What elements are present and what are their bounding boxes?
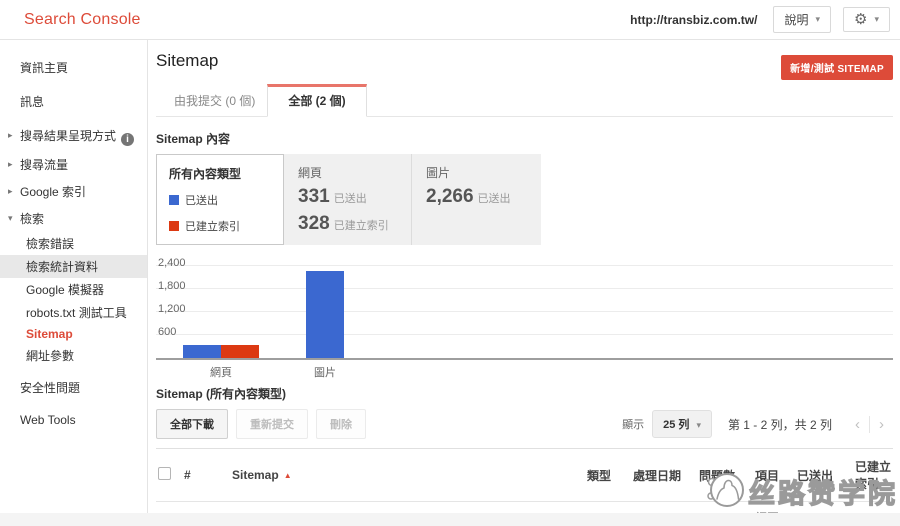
- y-tick-label: 1,800: [158, 280, 186, 292]
- tab-all[interactable]: 全部 (2 個): [267, 84, 366, 117]
- content-type-filter-box[interactable]: 所有內容類型 已送出 已建立索引: [156, 154, 284, 245]
- resubmit-button[interactable]: 重新提交: [236, 409, 308, 439]
- stat-pages-submitted: 331已送出: [298, 186, 411, 208]
- toolbar-right: 顯示 25 列 第 1 - 2 列，共 2 列 ‹ ›: [622, 410, 893, 438]
- gridline: [156, 265, 893, 266]
- sidebar-item-search-appearance[interactable]: 搜尋結果呈現方式: [0, 122, 147, 151]
- bar-已送出-圖片[interactable]: [306, 271, 344, 358]
- y-tick-label: 600: [158, 326, 176, 338]
- stat-col-pages[interactable]: 網頁 331已送出 328已建立索引: [284, 154, 411, 245]
- col-date: 處理日期: [631, 449, 697, 502]
- chevron-right-icon: [8, 127, 13, 141]
- chevron-right-icon: [8, 156, 13, 170]
- chevron-right-icon: [8, 183, 13, 197]
- sidebar-item-crawl-stats[interactable]: 檢索統計資料: [0, 255, 147, 278]
- gridline: [156, 288, 893, 289]
- sitemap-chart: 6001,2001,8002,400網頁圖片: [156, 254, 893, 372]
- sidebar-item-search-traffic[interactable]: 搜尋流量: [0, 151, 147, 178]
- sidebar-item-fetch-as-google[interactable]: Google 模擬器: [0, 278, 147, 301]
- pager: ‹ ›: [846, 416, 893, 433]
- gridline: [156, 311, 893, 312]
- sidebar-item-crawl[interactable]: 檢索: [0, 205, 147, 232]
- legend-item-submitted: 已送出: [169, 192, 283, 208]
- bottom-strip: [0, 513, 900, 526]
- page-size-dropdown[interactable]: 25 列: [652, 410, 712, 438]
- body-row: 資訊主頁 訊息 搜尋結果呈現方式 搜尋流量 Google 索引 檢索 檢索錯誤 …: [0, 40, 900, 526]
- chevron-down-icon: [8, 210, 13, 224]
- next-page-icon[interactable]: ›: [870, 416, 893, 433]
- pagination-range: 第 1 - 2 列，共 2 列: [728, 416, 832, 433]
- sidebar-item-url-parameters[interactable]: 網址參數: [0, 344, 147, 367]
- table-heading: Sitemap (所有內容類型): [156, 385, 893, 402]
- col-type: 類型: [585, 449, 631, 502]
- x-category-label: 網頁: [183, 364, 259, 380]
- sidebar: 資訊主頁 訊息 搜尋結果呈現方式 搜尋流量 Google 索引 檢索 檢索錯誤 …: [0, 40, 148, 526]
- gridline: [156, 334, 893, 335]
- sort-asc-icon: [279, 468, 292, 482]
- stat-pages-label: 網頁: [298, 164, 411, 181]
- tab-bar: 由我提交 (0 個) 全部 (2 個): [156, 89, 893, 117]
- col-items: 項目: [753, 449, 795, 502]
- col-submitted: 已送出: [795, 449, 853, 502]
- add-test-sitemap-button[interactable]: 新增/測試 SITEMAP: [781, 55, 893, 80]
- main-content: Sitemap 新增/測試 SITEMAP 由我提交 (0 個) 全部 (2 個…: [148, 40, 900, 526]
- brand-logo[interactable]: Search Console: [24, 11, 141, 29]
- submitted-swatch-icon: [169, 195, 179, 205]
- x-category-label: 圖片: [306, 364, 344, 380]
- sidebar-item-security-issues[interactable]: 安全性問題: [0, 374, 147, 401]
- help-label: 說明: [784, 11, 808, 28]
- stats-panel: 所有內容類型 已送出 已建立索引 網頁 331已送出: [156, 154, 541, 245]
- page-title: Sitemap: [156, 51, 218, 71]
- tab-submitted-by-me[interactable]: 由我提交 (0 個): [156, 86, 267, 116]
- sidebar-item-google-index[interactable]: Google 索引: [0, 178, 147, 205]
- col-indexed: 已建立索引: [853, 449, 893, 502]
- y-tick-label: 2,400: [158, 257, 186, 269]
- sidebar-item-robots-tester[interactable]: robots.txt 測試工具: [0, 301, 147, 324]
- title-row: Sitemap 新增/測試 SITEMAP: [156, 40, 893, 80]
- stat-col-images[interactable]: 圖片 2,266已送出: [411, 154, 541, 245]
- col-num: #: [182, 449, 230, 502]
- sidebar-item-crawl-errors[interactable]: 檢索錯誤: [0, 232, 147, 255]
- gear-icon: [854, 12, 867, 27]
- stat-pages-indexed: 328已建立索引: [298, 213, 411, 235]
- indexed-swatch-icon: [169, 221, 179, 231]
- prev-page-icon[interactable]: ‹: [846, 416, 870, 433]
- search-console-window: Search Console http://transbiz.com.tw/ 說…: [0, 0, 900, 526]
- info-icon[interactable]: [121, 133, 134, 146]
- show-label: 顯示: [622, 416, 644, 432]
- settings-dropdown-button[interactable]: [843, 7, 890, 32]
- download-all-button[interactable]: 全部下載: [156, 409, 228, 439]
- help-dropdown-button[interactable]: 說明: [773, 6, 831, 33]
- header-right: http://transbiz.com.tw/ 說明: [630, 6, 890, 33]
- y-tick-label: 1,200: [158, 303, 186, 315]
- stat-images-label: 圖片: [426, 164, 541, 181]
- table-header-row: # Sitemap 類型 處理日期 問題數 項目 已送出 已建立索引: [156, 449, 893, 502]
- filter-title: 所有內容類型: [169, 165, 283, 182]
- chart-plot-area: 6001,2001,8002,400網頁圖片: [156, 268, 893, 360]
- col-issues: 問題數: [697, 449, 753, 502]
- select-all-checkbox[interactable]: [158, 467, 171, 480]
- delete-button[interactable]: 刪除: [316, 409, 366, 439]
- col-sitemap-sort[interactable]: Sitemap: [230, 449, 585, 502]
- stat-images-submitted: 2,266已送出: [426, 186, 541, 208]
- sidebar-item-dashboard[interactable]: 資訊主頁: [0, 54, 147, 81]
- legend-item-indexed: 已建立索引: [169, 218, 283, 234]
- sitemap-content-heading: Sitemap 內容: [156, 130, 893, 147]
- sidebar-item-sitemap[interactable]: Sitemap: [0, 324, 147, 344]
- site-url: http://transbiz.com.tw/: [630, 13, 757, 27]
- bar-已建立索引-網頁[interactable]: [221, 345, 259, 358]
- bar-已送出-網頁[interactable]: [183, 345, 221, 358]
- top-header: Search Console http://transbiz.com.tw/ 說…: [0, 0, 900, 40]
- table-toolbar: 全部下載 重新提交 刪除 顯示 25 列 第 1 - 2 列，共 2 列 ‹ ›: [156, 409, 893, 439]
- sidebar-item-web-tools[interactable]: Web Tools: [0, 408, 147, 432]
- sidebar-item-messages[interactable]: 訊息: [0, 88, 147, 115]
